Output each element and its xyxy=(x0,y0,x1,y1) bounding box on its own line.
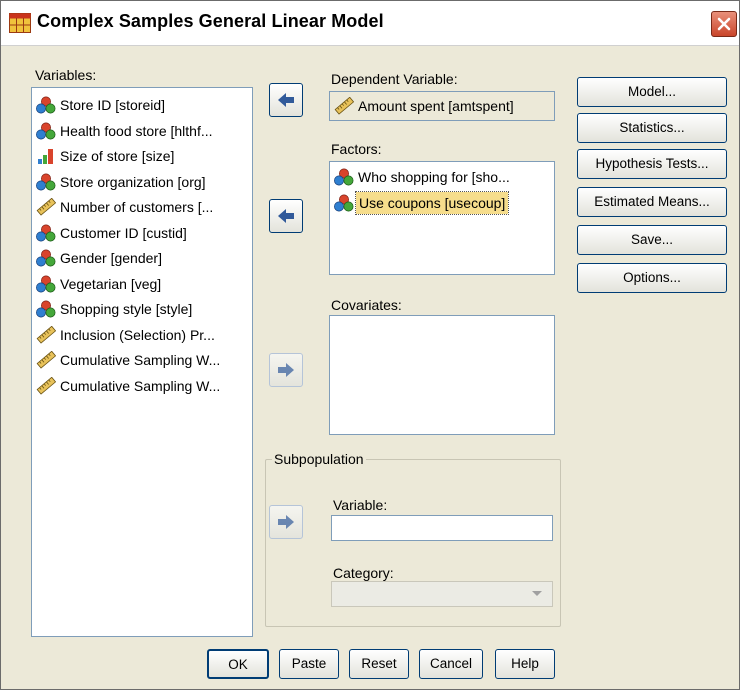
subpopulation-variable-field[interactable] xyxy=(331,515,553,541)
factors-listbox[interactable]: Who shopping for [sho... Use coupons [use… xyxy=(329,161,555,275)
options-button[interactable]: Options... xyxy=(577,263,727,293)
nominal-icon xyxy=(36,224,56,241)
model-button[interactable]: Model... xyxy=(577,77,727,107)
window-title: Complex Samples General Linear Model xyxy=(37,11,384,31)
variable-list-item-label: Number of customers [... xyxy=(60,199,214,215)
ordinal-icon xyxy=(38,149,53,164)
scale-icon xyxy=(36,325,56,343)
nominal-icon xyxy=(36,122,56,139)
scale-icon xyxy=(334,97,354,115)
close-icon xyxy=(717,17,731,31)
variable-list-item-label: Health food store [hlthf... xyxy=(60,122,213,139)
dependent-variable-field[interactable]: Amount spent [amtspent] xyxy=(329,91,555,121)
arrow-right-icon xyxy=(278,515,294,529)
scale-icon xyxy=(36,376,56,394)
title-bar[interactable]: Complex Samples General Linear Model xyxy=(1,1,739,46)
factor-list-item-label: Use coupons [usecoup] xyxy=(354,191,510,215)
subpopulation-category-label: Category: xyxy=(333,565,394,581)
move-to-subpopulation-button[interactable] xyxy=(269,505,303,539)
nominal-icon xyxy=(36,275,56,292)
nominal-icon xyxy=(334,168,354,186)
nominal-icon xyxy=(36,300,56,318)
covariates-label: Covariates: xyxy=(331,297,402,313)
chevron-down-icon xyxy=(532,591,542,596)
close-button[interactable] xyxy=(711,11,737,37)
nominal-icon xyxy=(36,173,56,190)
factor-list-item-label: Who shopping for [sho... xyxy=(358,169,510,185)
nominal-icon xyxy=(36,96,56,114)
variables-label: Variables: xyxy=(35,67,97,83)
move-to-factors-button[interactable] xyxy=(269,199,303,233)
variable-list-item-label: Customer ID [custid] xyxy=(60,224,187,241)
cancel-button[interactable]: Cancel xyxy=(419,649,483,679)
variable-list-item-label: Store organization [org] xyxy=(60,173,206,190)
arrow-left-icon xyxy=(278,209,294,223)
variables-listbox[interactable]: Store ID [storeid] Health food store [hlt… xyxy=(31,87,253,637)
covariates-listbox[interactable] xyxy=(329,315,555,435)
dependent-variable-label: Dependent Variable: xyxy=(331,71,458,87)
spss-app-icon xyxy=(9,13,31,33)
subpopulation-category-dropdown[interactable] xyxy=(331,581,553,607)
nominal-icon xyxy=(36,249,56,267)
move-to-dependent-button[interactable] xyxy=(269,83,303,117)
factors-label: Factors: xyxy=(331,141,382,157)
variable-list-item-label: Shopping style [style] xyxy=(60,301,193,317)
subpopulation-variable-label: Variable: xyxy=(333,497,388,513)
dialog-window: Complex Samples General Linear Model Var… xyxy=(0,0,740,690)
variable-list-item-label: Gender [gender] xyxy=(60,250,162,266)
ok-button[interactable]: OK xyxy=(207,649,269,679)
arrow-left-icon xyxy=(278,93,294,107)
scale-icon xyxy=(36,198,56,216)
subpopulation-legend: Subpopulation xyxy=(272,451,366,467)
variable-list-item-label: Vegetarian [veg] xyxy=(60,275,162,292)
variable-list-item-label: Cumulative Sampling W... xyxy=(60,377,221,394)
move-to-covariates-button[interactable] xyxy=(269,353,303,387)
reset-button[interactable]: Reset xyxy=(349,649,409,679)
nominal-icon xyxy=(334,194,354,212)
scale-icon xyxy=(36,351,56,369)
arrow-right-icon xyxy=(278,363,294,377)
variable-list-item-label: Inclusion (Selection) Pr... xyxy=(60,326,215,343)
help-button[interactable]: Help xyxy=(495,649,555,679)
save-button[interactable]: Save... xyxy=(577,225,727,255)
paste-button[interactable]: Paste xyxy=(279,649,339,679)
hypothesis-tests-button[interactable]: Hypothesis Tests... xyxy=(577,149,727,179)
variable-list-item-label: Size of store [size] xyxy=(60,148,175,164)
estimated-means-button[interactable]: Estimated Means... xyxy=(577,187,727,217)
variable-list-item-label: Store ID [storeid] xyxy=(60,97,166,113)
variable-list-item-label: Cumulative Sampling W... xyxy=(60,352,221,368)
statistics-button[interactable]: Statistics... xyxy=(577,113,727,143)
